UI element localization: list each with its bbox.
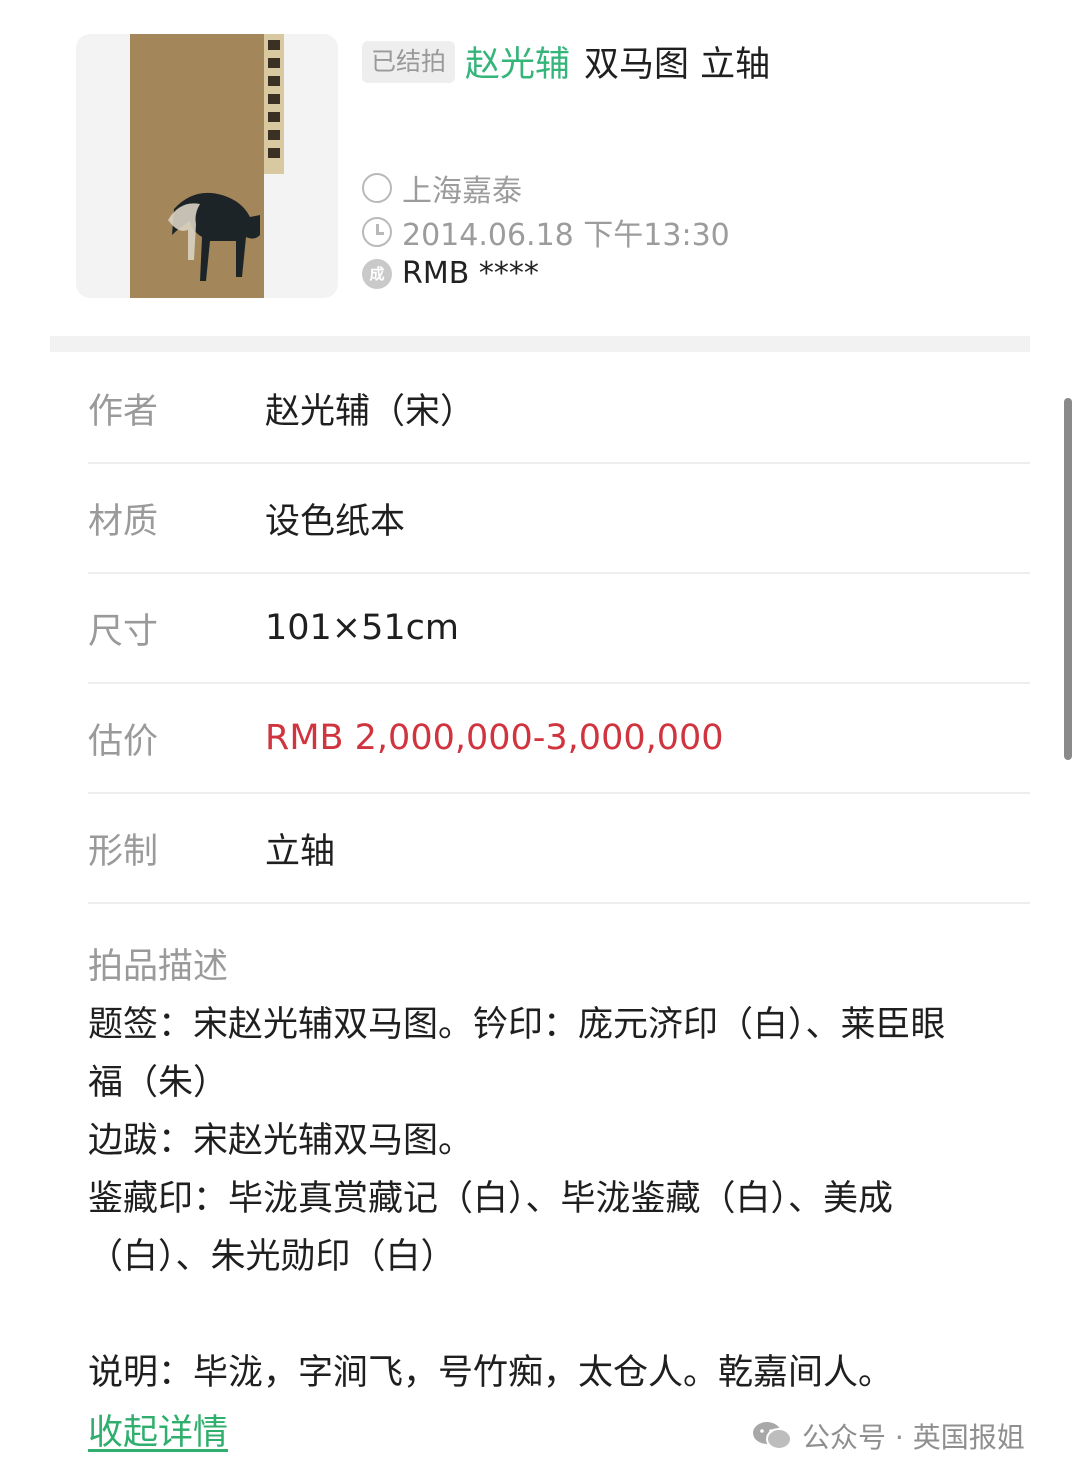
description-line: 边跋：宋赵光辅双马图。 — [88, 1121, 474, 1161]
status-tag: 已结拍 — [362, 40, 456, 83]
spec-row-material: 材质 设色纸本 — [88, 464, 1030, 574]
spec-label: 形制 — [88, 831, 159, 872]
description-line: 说明：毕泷，字涧飞，号竹痴，太仓人。乾嘉间人。 — [88, 1353, 894, 1393]
wechat-icon — [753, 1422, 792, 1450]
auction-house-row: 上海嘉泰 — [362, 166, 522, 210]
spec-value: 立轴 — [265, 831, 336, 872]
description-line: 鉴藏印：毕泷真赏藏记（白）、毕泷鉴藏（白）、美成 — [88, 1179, 894, 1219]
painting-thumbnail-icon — [130, 34, 284, 298]
description-line: 福（朱） — [88, 1063, 229, 1103]
estimate-price: RMB 2,000,000-3,000,000 — [265, 718, 724, 758]
clock-icon — [362, 217, 392, 247]
auction-datetime: 2014.06.18 下午13:30 — [402, 218, 730, 253]
datetime-row: 2014.06.18 下午13:30 — [362, 210, 730, 254]
hammer-price: RMB **** — [402, 256, 539, 291]
lot-title: 已结拍 赵光辅 双马图 立轴 — [362, 36, 770, 87]
description-line: （白）、朱光勋印（白） — [88, 1237, 456, 1277]
hammer-price-row: 成 RMB **** — [362, 256, 539, 291]
spec-value: 101×51cm — [265, 608, 460, 648]
description-heading: 拍品描述 — [88, 947, 229, 987]
artist-link[interactable]: 赵光辅 — [465, 36, 570, 87]
price-coin-icon: 成 — [362, 258, 392, 289]
spec-label: 材质 — [88, 501, 159, 542]
description-line: 题签：宋赵光辅双马图。钤印：庞元济印（白）、莱臣眼 — [88, 1005, 946, 1045]
lot-thumbnail[interactable]: 超清 — [76, 34, 338, 298]
scrollbar[interactable] — [1064, 398, 1072, 760]
collapse-details-link[interactable]: 收起详情 — [88, 1404, 228, 1455]
spec-label: 估价 — [88, 721, 159, 762]
spec-label: 作者 — [88, 391, 159, 432]
auction-house: 上海嘉泰 — [402, 174, 522, 209]
spec-value: 设色纸本 — [265, 501, 406, 542]
watermark-text: 公众号 · 英国报姐 — [802, 1421, 1025, 1454]
spec-row-author: 作者 赵光辅（宋） — [88, 354, 1030, 464]
spec-row-format: 形制 立轴 — [88, 794, 1030, 904]
spec-label: 尺寸 — [88, 611, 159, 652]
watermark: 公众号 · 英国报姐 — [752, 1416, 1025, 1456]
spec-row-estimate: 估价 RMB 2,000,000-3,000,000 — [88, 684, 1030, 794]
spec-value: 赵光辅（宋） — [265, 391, 476, 432]
section-divider — [50, 336, 1030, 352]
work-title: 双马图 立轴 — [584, 45, 771, 85]
location-circle-icon — [362, 173, 392, 203]
spec-row-size: 尺寸 101×51cm — [88, 574, 1030, 684]
